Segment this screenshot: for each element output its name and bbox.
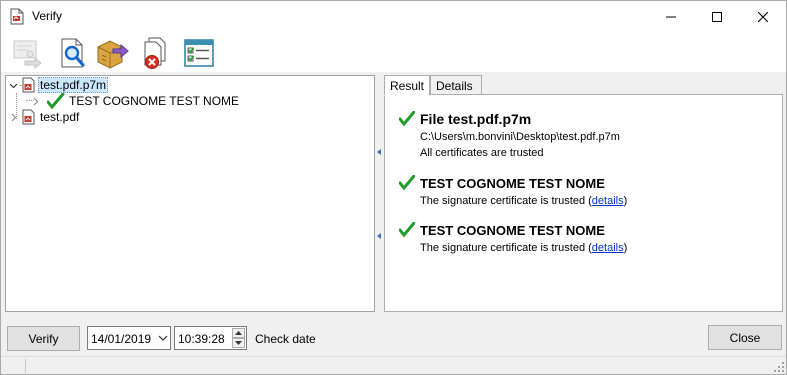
tree-item-pdf[interactable]: test.pdf xyxy=(8,109,81,125)
tree-item-label: test.pdf xyxy=(40,110,80,124)
close-button[interactable]: Close xyxy=(708,325,782,350)
file-status: All certificates are trusted xyxy=(420,147,544,159)
check-time-field[interactable]: 10:39:28 xyxy=(174,326,247,350)
green-check-icon xyxy=(399,222,415,238)
minimize-button[interactable] xyxy=(648,1,694,32)
chevron-right-icon[interactable] xyxy=(30,96,41,107)
close-window-button[interactable] xyxy=(740,1,786,32)
check-date-field[interactable]: 14/01/2019 xyxy=(87,326,171,350)
pdf-file-icon xyxy=(22,77,35,93)
magnifier-document-icon xyxy=(61,38,85,68)
details-link[interactable]: details xyxy=(592,195,624,207)
signer-name: TEST COGNOME TEST NOME xyxy=(420,175,605,191)
status-bar xyxy=(1,356,786,374)
tree-item-label: TEST COGNOME TEST NOME xyxy=(69,94,240,108)
toolbar xyxy=(1,32,786,72)
spin-down-icon xyxy=(235,341,242,345)
verify-button[interactable]: Verify xyxy=(7,326,80,351)
expand-chevron-icon[interactable] xyxy=(8,80,19,91)
verify-window: Verify test.pdf.p7m TEST COGNOME TEST NO… xyxy=(0,0,787,375)
title-bar: Verify xyxy=(1,1,786,32)
result-panel: File test.pdf.p7m C:\Users\m.bonvini\Des… xyxy=(384,94,783,312)
window-title: Verify xyxy=(32,9,63,23)
chevron-right-icon[interactable] xyxy=(8,112,19,123)
file-result-title: File test.pdf.p7m xyxy=(420,111,532,127)
green-check-icon xyxy=(399,111,415,127)
tree-item-signer[interactable]: TEST COGNOME TEST NOME xyxy=(30,93,241,109)
spin-up-button[interactable] xyxy=(232,328,245,338)
maximize-button[interactable] xyxy=(694,1,740,32)
file-path: C:\Users\m.bonvini\Desktop\test.pdf.p7m xyxy=(420,131,620,143)
maximize-icon xyxy=(712,11,722,22)
toolbar-checklist-button[interactable] xyxy=(181,36,217,70)
green-check-icon xyxy=(47,93,65,109)
checklist-icon xyxy=(184,39,214,67)
toolbar-remove-button[interactable] xyxy=(138,36,174,70)
toolbar-inspect-button[interactable] xyxy=(56,36,92,70)
pdf-file-icon xyxy=(22,109,35,125)
tree-item-p7m[interactable]: test.pdf.p7m xyxy=(8,77,109,93)
tab-result[interactable]: Result xyxy=(384,75,430,96)
tab-details[interactable]: Details xyxy=(430,75,482,95)
export-box-icon xyxy=(97,40,129,69)
toolbar-certificate-button[interactable] xyxy=(9,36,45,70)
app-document-icon xyxy=(10,8,24,25)
signature-tree[interactable]: test.pdf.p7m TEST COGNOME TEST NOME test… xyxy=(5,75,375,312)
tree-item-label: test.pdf.p7m xyxy=(38,77,109,93)
resize-grip-icon[interactable] xyxy=(774,362,784,372)
remove-documents-icon xyxy=(144,37,166,69)
collapse-left-icon[interactable] xyxy=(377,149,381,155)
check-date-label: Check date xyxy=(255,332,316,346)
date-value: 14/01/2019 xyxy=(91,332,152,346)
green-check-icon xyxy=(399,175,415,191)
spin-down-button[interactable] xyxy=(232,338,245,348)
signer-result: TEST COGNOME TEST NOME The signature cer… xyxy=(399,173,627,209)
file-result: File test.pdf.p7m C:\Users\m.bonvini\Des… xyxy=(399,109,620,161)
chevron-down-icon[interactable] xyxy=(158,334,168,342)
close-icon xyxy=(758,11,768,22)
time-value: 10:39:28 xyxy=(178,332,225,346)
signer-name: TEST COGNOME TEST NOME xyxy=(420,222,605,238)
signer-status: The signature certificate is trusted (de… xyxy=(420,195,628,207)
details-link[interactable]: details xyxy=(592,242,624,254)
minimize-icon xyxy=(666,16,676,17)
spin-up-icon xyxy=(235,331,242,335)
collapse-left-icon[interactable] xyxy=(377,233,381,239)
panel-splitter[interactable] xyxy=(376,75,382,312)
toolbar-export-button[interactable] xyxy=(94,36,130,70)
signer-status: The signature certificate is trusted (de… xyxy=(420,242,628,254)
certificate-arrow-icon xyxy=(13,40,42,69)
signer-result: TEST COGNOME TEST NOME The signature cer… xyxy=(399,220,627,256)
